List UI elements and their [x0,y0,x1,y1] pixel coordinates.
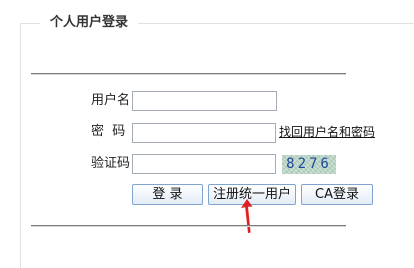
login-page: 个人用户登录 用户名 密 码 找回用户名和密码 验证码 8276 登 录 注册统… [0,0,414,268]
ca-login-button[interactable]: CA登录 [301,184,373,205]
captcha-code: 8276 [286,156,332,172]
password-input[interactable] [132,123,276,143]
login-panel-frame [20,23,414,268]
password-label: 密 码 [91,124,126,139]
login-button[interactable]: 登 录 [132,184,203,205]
bottom-divider [31,225,346,227]
top-divider [31,73,346,75]
username-label: 用户名 [91,93,131,108]
captcha-label: 验证码 [91,156,131,171]
red-arrow-icon [241,199,253,233]
captcha-input[interactable] [132,154,276,174]
captcha-image[interactable]: 8276 [282,155,336,174]
login-panel-title: 个人用户登录 [40,14,139,32]
recover-username-password-link[interactable]: 找回用户名和密码 [279,124,375,140]
username-input[interactable] [132,91,277,111]
